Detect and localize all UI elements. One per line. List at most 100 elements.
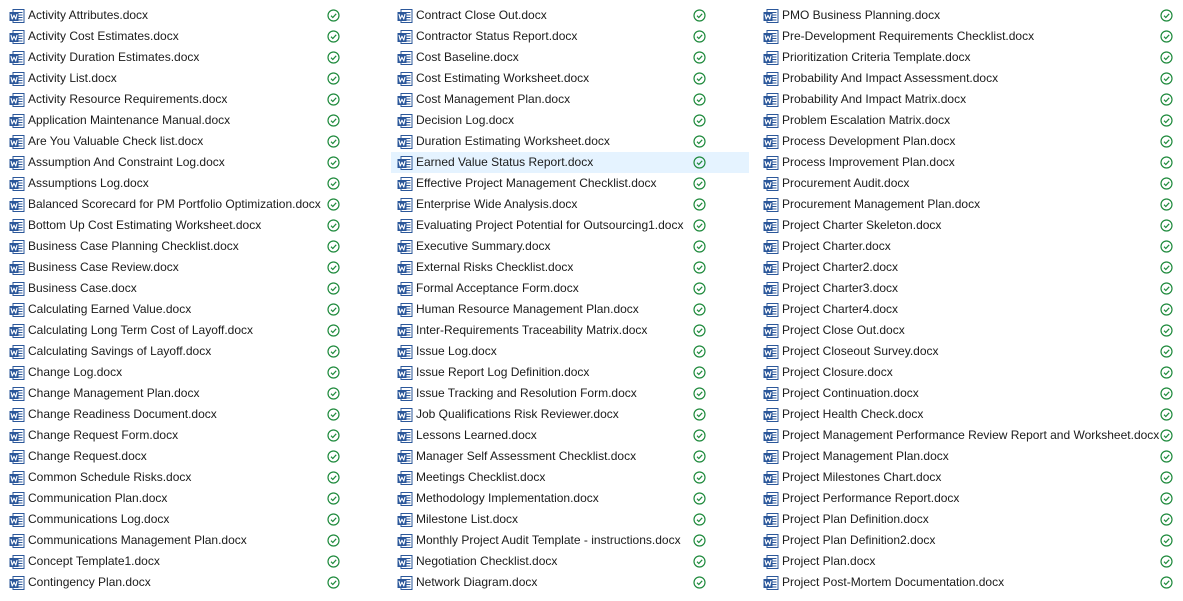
file-item[interactable]: Activity Attributes.docx [9, 5, 347, 26]
file-item[interactable]: Decision Log.docx [397, 110, 749, 131]
file-item[interactable]: Project Milestones Chart.docx [763, 467, 1173, 488]
file-item[interactable]: Manager Self Assessment Checklist.docx [397, 446, 749, 467]
file-item[interactable]: Change Management Plan.docx [9, 383, 347, 404]
file-item[interactable]: Formal Acceptance Form.docx [397, 278, 749, 299]
file-item[interactable]: Project Charter3.docx [763, 278, 1173, 299]
file-item[interactable]: Activity List.docx [9, 68, 347, 89]
file-item[interactable]: Procurement Management Plan.docx [763, 194, 1173, 215]
file-item[interactable]: Project Close Out.docx [763, 320, 1173, 341]
file-item[interactable]: Lessons Learned.docx [397, 425, 749, 446]
file-item[interactable]: Contingency Plan.docx [9, 572, 347, 593]
file-item[interactable]: PMO Business Planning.docx [763, 5, 1173, 26]
file-item[interactable]: Project Management Performance Review Re… [763, 425, 1173, 446]
file-item[interactable]: Probability And Impact Matrix.docx [763, 89, 1173, 110]
word-document-icon [9, 261, 25, 275]
file-item[interactable]: Project Charter4.docx [763, 299, 1173, 320]
file-item[interactable]: Inter-Requirements Traceability Matrix.d… [397, 320, 749, 341]
file-item[interactable]: Probability And Impact Assessment.docx [763, 68, 1173, 89]
file-item[interactable]: Negotiation Checklist.docx [397, 551, 749, 572]
file-item[interactable]: Project Closeout Survey.docx [763, 341, 1173, 362]
file-item[interactable]: Project Closure.docx [763, 362, 1173, 383]
file-item[interactable]: Effective Project Management Checklist.d… [397, 173, 749, 194]
file-item[interactable]: Issue Log.docx [397, 341, 749, 362]
word-document-icon [397, 471, 413, 485]
file-item[interactable]: Activity Resource Requirements.docx [9, 89, 347, 110]
file-item[interactable]: Calculating Savings of Layoff.docx [9, 341, 347, 362]
sync-available-check-icon [327, 387, 340, 400]
file-item[interactable]: Assumptions Log.docx [9, 173, 347, 194]
file-item[interactable]: Contractor Status Report.docx [397, 26, 749, 47]
file-item[interactable]: Project Management Plan.docx [763, 446, 1173, 467]
file-item[interactable]: Business Case Review.docx [9, 257, 347, 278]
sync-available-check-icon [693, 513, 706, 526]
file-item[interactable]: Job Qualifications Risk Reviewer.docx [397, 404, 749, 425]
file-item[interactable]: Duration Estimating Worksheet.docx [397, 131, 749, 152]
sync-available-check-icon [1160, 366, 1173, 379]
file-item[interactable]: Balanced Scorecard for PM Portfolio Opti… [9, 194, 347, 215]
file-item[interactable]: Project Continuation.docx [763, 383, 1173, 404]
file-name: Decision Log.docx [416, 113, 515, 127]
file-item[interactable]: Project Plan.docx [763, 551, 1173, 572]
file-item[interactable]: Meetings Checklist.docx [397, 467, 749, 488]
file-item[interactable]: Project Charter2.docx [763, 257, 1173, 278]
file-item[interactable]: Monthly Project Audit Template - instruc… [397, 530, 749, 551]
file-item[interactable]: Network Diagram.docx [397, 572, 749, 593]
file-item[interactable]: Cost Management Plan.docx [397, 89, 749, 110]
file-item[interactable]: Business Case Planning Checklist.docx [9, 236, 347, 257]
file-item[interactable]: Project Performance Report.docx [763, 488, 1173, 509]
file-item[interactable]: Prioritization Criteria Template.docx [763, 47, 1173, 68]
file-name: Procurement Audit.docx [782, 176, 910, 190]
file-item[interactable]: Cost Estimating Worksheet.docx [397, 68, 749, 89]
sync-available-check-icon [327, 219, 340, 232]
file-item[interactable]: Calculating Earned Value.docx [9, 299, 347, 320]
file-item[interactable]: Common Schedule Risks.docx [9, 467, 347, 488]
file-item[interactable]: Issue Tracking and Resolution Form.docx [397, 383, 749, 404]
file-item[interactable]: Milestone List.docx [397, 509, 749, 530]
word-document-icon [9, 324, 25, 338]
sync-available-check-icon [327, 576, 340, 589]
file-item[interactable]: Cost Baseline.docx [397, 47, 749, 68]
file-item[interactable]: Project Health Check.docx [763, 404, 1173, 425]
file-item[interactable]: Project Plan Definition.docx [763, 509, 1173, 530]
file-item[interactable]: Change Request Form.docx [9, 425, 347, 446]
file-item[interactable]: Activity Cost Estimates.docx [9, 26, 347, 47]
file-item[interactable]: External Risks Checklist.docx [397, 257, 749, 278]
file-item[interactable]: Project Plan Definition2.docx [763, 530, 1173, 551]
file-item[interactable]: Project Charter.docx [763, 236, 1173, 257]
file-item[interactable]: Process Improvement Plan.docx [763, 152, 1173, 173]
file-name: Change Log.docx [28, 365, 123, 379]
file-item[interactable]: Are You Valuable Check list.docx [9, 131, 347, 152]
file-item[interactable]: Communications Log.docx [9, 509, 347, 530]
file-item[interactable]: Change Readiness Document.docx [9, 404, 347, 425]
word-document-icon [763, 429, 779, 443]
file-item[interactable]: Assumption And Constraint Log.docx [9, 152, 347, 173]
file-item[interactable]: Procurement Audit.docx [763, 173, 1173, 194]
file-item[interactable]: Issue Report Log Definition.docx [397, 362, 749, 383]
file-item-selected[interactable]: Earned Value Status Report.docx [391, 152, 749, 173]
file-item[interactable]: Bottom Up Cost Estimating Worksheet.docx [9, 215, 347, 236]
file-item[interactable]: Enterprise Wide Analysis.docx [397, 194, 749, 215]
sync-available-check-icon [1160, 576, 1173, 589]
file-item[interactable]: Communication Plan.docx [9, 488, 347, 509]
file-item[interactable]: Concept Template1.docx [9, 551, 347, 572]
file-item[interactable]: Activity Duration Estimates.docx [9, 47, 347, 68]
file-item[interactable]: Contract Close Out.docx [397, 5, 749, 26]
file-item[interactable]: Change Request.docx [9, 446, 347, 467]
file-item[interactable]: Communications Management Plan.docx [9, 530, 347, 551]
file-item[interactable]: Application Maintenance Manual.docx [9, 110, 347, 131]
file-item[interactable]: Evaluating Project Potential for Outsour… [397, 215, 749, 236]
file-item[interactable]: Project Post-Mortem Documentation.docx [763, 572, 1173, 593]
file-item[interactable]: Project Charter Skeleton.docx [763, 215, 1173, 236]
file-item[interactable]: Change Log.docx [9, 362, 347, 383]
word-document-icon [397, 261, 413, 275]
file-item[interactable]: Pre-Development Requirements Checklist.d… [763, 26, 1173, 47]
file-item[interactable]: Calculating Long Term Cost of Layoff.doc… [9, 320, 347, 341]
file-item[interactable]: Human Resource Management Plan.docx [397, 299, 749, 320]
file-item[interactable]: Problem Escalation Matrix.docx [763, 110, 1173, 131]
file-item[interactable]: Methodology Implementation.docx [397, 488, 749, 509]
file-item[interactable]: Executive Summary.docx [397, 236, 749, 257]
file-name: Communications Management Plan.docx [28, 533, 247, 547]
file-item[interactable]: Business Case.docx [9, 278, 347, 299]
sync-available-check-icon [693, 450, 706, 463]
file-item[interactable]: Process Development Plan.docx [763, 131, 1173, 152]
